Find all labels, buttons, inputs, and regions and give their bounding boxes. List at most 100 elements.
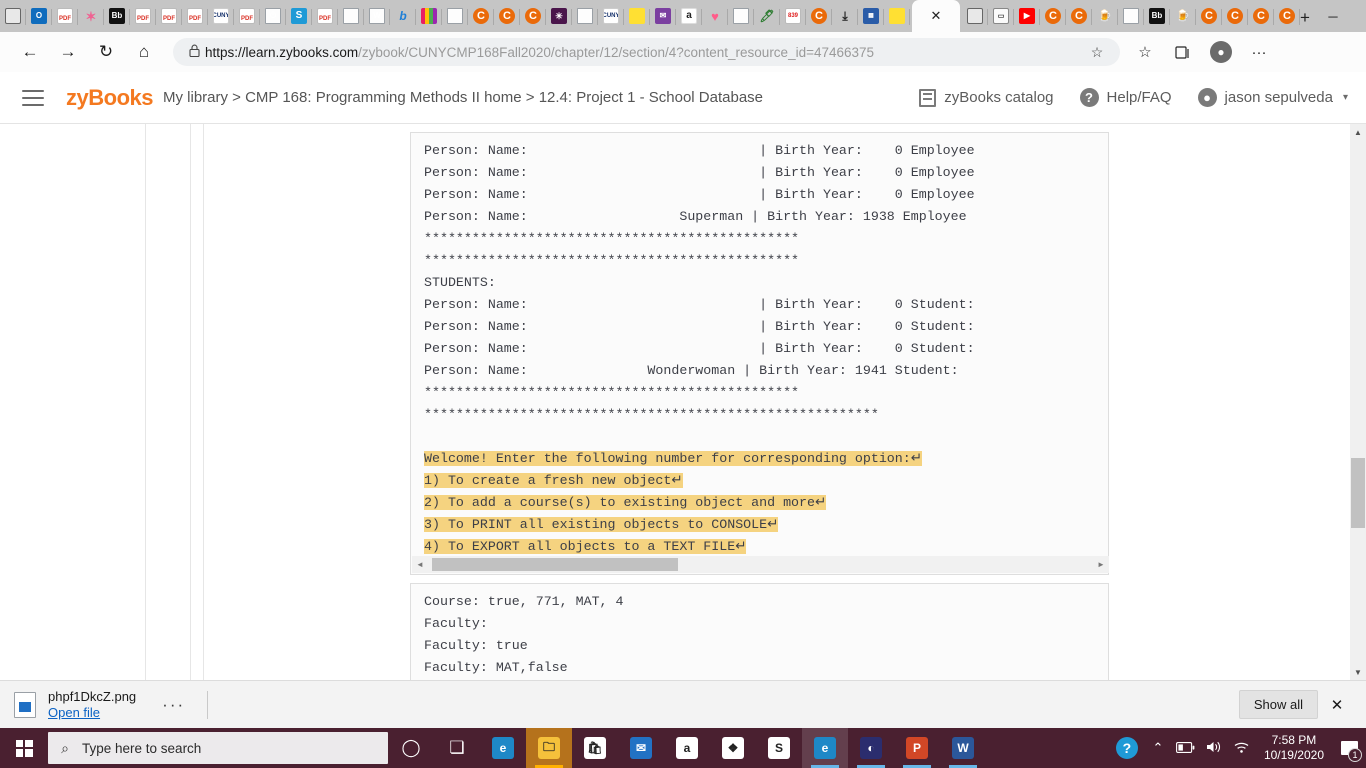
taskbar-app-mail[interactable]: ✉ <box>618 728 664 768</box>
browser-tab[interactable]: C <box>1274 2 1300 31</box>
browser-tab[interactable]: Bb <box>104 2 130 31</box>
taskbar-app-edge[interactable]: e <box>802 728 848 768</box>
browser-tab[interactable] <box>624 2 650 31</box>
browser-tab[interactable]: ✳ <box>546 2 572 31</box>
maximize-button[interactable]: ❐ <box>1356 0 1366 32</box>
browser-tab[interactable]: ⤓ <box>832 2 858 31</box>
browser-tab[interactable]: 🍺 <box>1170 2 1196 31</box>
taskbar-clock[interactable]: 7:58 PM 10/19/2020 <box>1264 733 1324 763</box>
taskbar-app-microsoft-store[interactable]: 🛍 <box>572 728 618 768</box>
start-button[interactable] <box>0 728 48 768</box>
show-hidden-icons-chevron-icon[interactable]: ⌃ <box>1144 740 1172 756</box>
browser-tab[interactable]: ✶ <box>78 2 104 31</box>
favorite-star-icon[interactable]: ☆ <box>1084 44 1110 61</box>
back-button[interactable]: ← <box>11 32 49 72</box>
home-button[interactable]: ⌂ <box>125 32 163 72</box>
browser-tab[interactable]: 839 <box>780 2 806 31</box>
browser-tab[interactable]: C <box>1248 2 1274 31</box>
browser-tab[interactable] <box>1118 2 1144 31</box>
browser-tab[interactable]: Bb <box>1144 2 1170 31</box>
browser-tab[interactable] <box>572 2 598 31</box>
console-output-block-1[interactable]: Person: Name: | Birth Year: 0 Employee Pe… <box>410 132 1109 575</box>
browser-tab[interactable]: PDF <box>234 2 260 31</box>
browser-tab[interactable]: PDF <box>156 2 182 31</box>
profile-button[interactable]: ● <box>1202 32 1240 72</box>
scroll-right-arrow-icon[interactable]: ► <box>1093 560 1109 569</box>
taskbar-app-dropbox[interactable]: ❖ <box>710 728 756 768</box>
volume-icon[interactable] <box>1200 740 1228 757</box>
taskbar-app-file-explorer[interactable]: 🗀 <box>526 728 572 768</box>
hscroll-thumb[interactable] <box>432 558 678 571</box>
browser-tab[interactable]: C <box>1196 2 1222 31</box>
browser-tab[interactable]: S <box>286 2 312 31</box>
browser-tab[interactable]: ♥ <box>702 2 728 31</box>
browser-tab[interactable]: 🍺 <box>1092 2 1118 31</box>
download-more-button[interactable]: ··· <box>162 695 185 715</box>
close-tab-icon[interactable]: ✕ <box>931 8 942 24</box>
horizontal-scrollbar[interactable]: ◄ ► <box>412 556 1109 573</box>
browser-tab[interactable] <box>416 2 442 31</box>
forward-button[interactable]: → <box>49 32 87 72</box>
browser-tab[interactable] <box>962 2 988 31</box>
browser-tab[interactable]: O <box>26 2 52 31</box>
collections-icon[interactable] <box>1164 32 1202 72</box>
browser-tab[interactable]: C <box>1040 2 1066 31</box>
browser-tab[interactable]: C <box>1222 2 1248 31</box>
browser-tab[interactable]: ✉ <box>650 2 676 31</box>
browser-tab[interactable] <box>338 2 364 31</box>
wifi-icon[interactable] <box>1228 740 1256 757</box>
minimize-button[interactable]: ─ <box>1310 0 1356 32</box>
battery-icon[interactable] <box>1172 741 1200 756</box>
taskbar-search-input[interactable]: ⌕ Type here to search <box>48 732 388 764</box>
browser-tab[interactable]: C <box>494 2 520 31</box>
breadcrumb[interactable]: My library > CMP 168: Programming Method… <box>163 89 763 106</box>
cortana-button[interactable]: ◯ <box>388 728 434 768</box>
browser-tab[interactable]: W <box>364 2 390 31</box>
taskbar-app-amazon[interactable]: a <box>664 728 710 768</box>
help-tray-icon[interactable]: ? <box>1115 737 1138 759</box>
browser-tab[interactable]: ⏻ <box>260 2 286 31</box>
console-output-block-2[interactable]: Course: true, 771, MAT, 4 Faculty: Faculty… <box>410 583 1109 680</box>
browser-tab[interactable]: C <box>1066 2 1092 31</box>
browser-tab[interactable]: ▭ <box>988 2 1014 31</box>
browser-tab[interactable]: PDF <box>130 2 156 31</box>
browser-tab[interactable] <box>728 2 754 31</box>
action-center-button[interactable]: 1 <box>1332 728 1366 768</box>
active-tab[interactable]: ✕ <box>912 0 960 32</box>
settings-more-button[interactable]: ··· <box>1240 32 1278 72</box>
taskbar-app-word[interactable]: W <box>940 728 986 768</box>
browser-tab[interactable]: CUNY <box>598 2 624 31</box>
browser-tab[interactable]: ▦ <box>858 2 884 31</box>
favorites-icon[interactable]: ☆ <box>1126 32 1164 72</box>
taskbar-app-eclipse[interactable]: ◐ <box>848 728 894 768</box>
browser-tab[interactable]: CUNY <box>208 2 234 31</box>
browser-tab[interactable] <box>442 2 468 31</box>
page-vertical-scrollbar[interactable]: ▲ ▼ <box>1350 124 1366 680</box>
task-view-button[interactable]: ❏ <box>434 728 480 768</box>
zybooks-catalog-link[interactable]: zyBooks catalog <box>919 88 1054 107</box>
browser-tab[interactable]: PDF <box>52 2 78 31</box>
scroll-down-arrow-icon[interactable]: ▼ <box>1350 664 1366 680</box>
browser-tab[interactable] <box>0 2 26 31</box>
menu-hamburger-icon[interactable] <box>22 89 44 106</box>
reload-button[interactable]: ↻ <box>87 32 125 72</box>
new-tab-button[interactable]: + <box>1300 3 1310 32</box>
browser-tab[interactable]: 🖊 <box>754 2 780 31</box>
browser-tab[interactable]: a <box>676 2 702 31</box>
browser-tab[interactable] <box>884 2 910 31</box>
taskbar-app-edge[interactable]: e <box>480 728 526 768</box>
browser-tab[interactable]: b <box>390 2 416 31</box>
scroll-left-arrow-icon[interactable]: ◄ <box>412 560 428 569</box>
browser-tab[interactable]: PDF <box>312 2 338 31</box>
scroll-up-arrow-icon[interactable]: ▲ <box>1350 124 1366 140</box>
taskbar-app-powerpoint[interactable]: P <box>894 728 940 768</box>
hscroll-track[interactable] <box>428 556 1093 573</box>
user-menu[interactable]: ● jason sepulveda ▾ <box>1197 88 1348 107</box>
browser-tab[interactable]: C <box>520 2 546 31</box>
address-bar[interactable]: https://learn.zybooks.com/zybook/CUNYCMP… <box>173 38 1120 66</box>
chevron-down-icon[interactable]: ▾ <box>1343 92 1348 103</box>
close-download-bar-button[interactable]: ✕ <box>1318 696 1356 714</box>
vscroll-thumb[interactable] <box>1351 458 1365 528</box>
taskbar-app-shazam[interactable]: S <box>756 728 802 768</box>
browser-tab[interactable]: C <box>806 2 832 31</box>
